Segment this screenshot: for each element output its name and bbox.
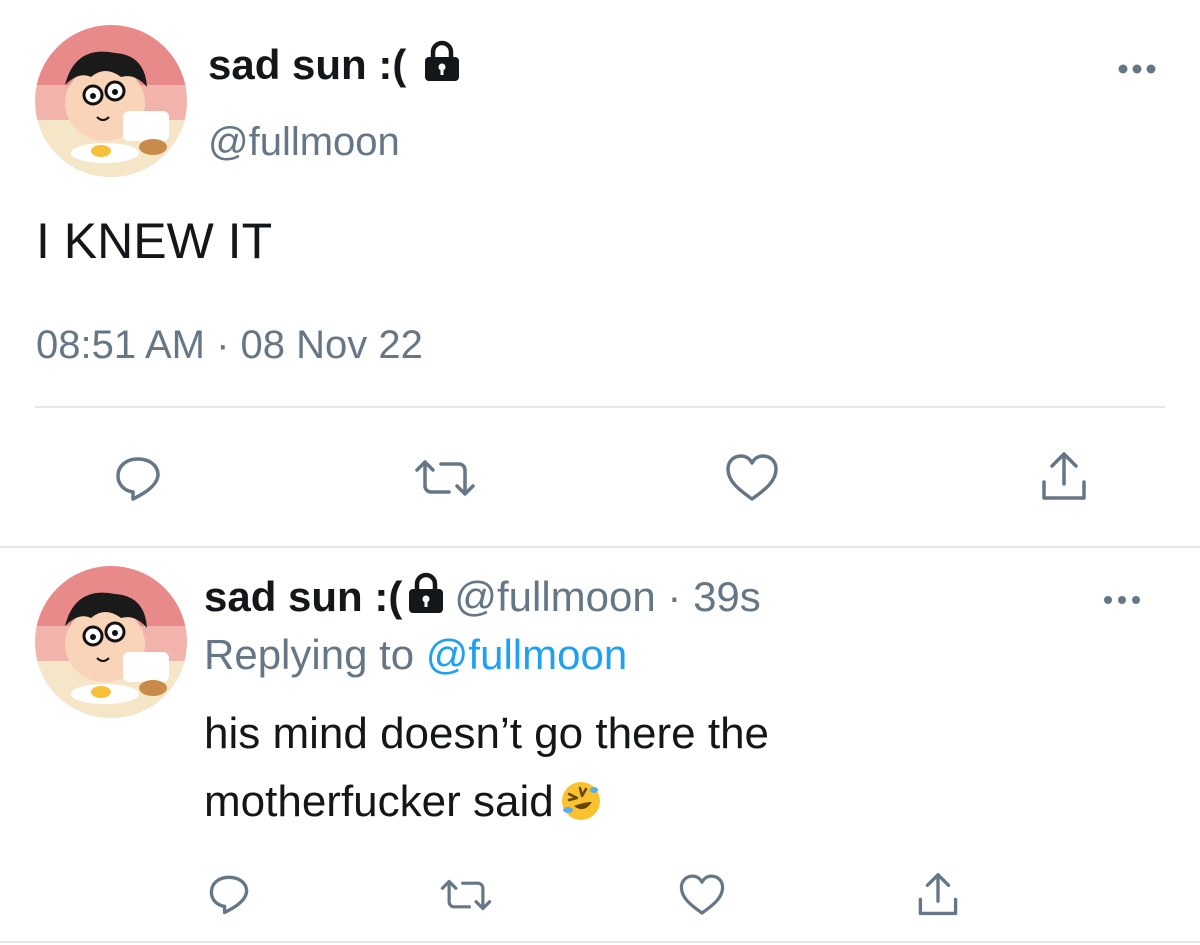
- reply-header[interactable]: sad sun :( @fullmoon · 39s: [204, 572, 761, 624]
- retweet-icon: [415, 460, 475, 496]
- reply-icon: [116, 457, 160, 501]
- avatar[interactable]: [35, 25, 187, 177]
- reply-button[interactable]: [203, 870, 255, 918]
- reply-button[interactable]: [108, 450, 168, 506]
- reply-text-line: his mind doesn’t go there the: [204, 709, 770, 758]
- bottom-divider: [0, 941, 1200, 943]
- mention-link[interactable]: @fullmoon: [426, 631, 627, 678]
- tweet-text: I KNEW IT: [36, 213, 273, 269]
- heart-icon: [726, 454, 778, 501]
- like-button[interactable]: [676, 872, 728, 918]
- reply-meta: @fullmoon · 39s: [454, 573, 761, 620]
- reply-display-name: sad sun :(: [204, 573, 403, 620]
- display-name[interactable]: sad sun :(: [208, 40, 462, 92]
- lock-icon: [406, 572, 446, 624]
- share-button[interactable]: [1034, 448, 1094, 506]
- reply-avatar[interactable]: [35, 566, 187, 718]
- reply-text: his mind doesn’t go there the motherfuck…: [204, 700, 1104, 842]
- retweet-icon: [440, 879, 492, 911]
- more-horizontal-icon[interactable]: [1118, 62, 1158, 80]
- reply-text-line: motherfucker said: [204, 768, 1104, 842]
- like-button[interactable]: [722, 450, 782, 506]
- heart-icon: [679, 874, 725, 915]
- handle[interactable]: @fullmoon: [208, 119, 400, 165]
- reply-icon: [209, 875, 249, 915]
- divider: [35, 406, 1165, 408]
- share-button[interactable]: [912, 870, 964, 920]
- share-icon: [918, 873, 958, 916]
- replying-to: Replying to @fullmoon: [204, 631, 628, 678]
- share-icon: [1042, 452, 1086, 500]
- section-divider: [0, 546, 1200, 548]
- timestamp[interactable]: 08:51 AM · 08 Nov 22: [36, 322, 423, 368]
- rolling-on-floor-laughing-emoji: [560, 774, 602, 842]
- retweet-button[interactable]: [410, 450, 480, 506]
- more-horizontal-icon[interactable]: [1104, 592, 1140, 610]
- retweet-button[interactable]: [436, 872, 496, 918]
- lock-icon: [422, 40, 462, 92]
